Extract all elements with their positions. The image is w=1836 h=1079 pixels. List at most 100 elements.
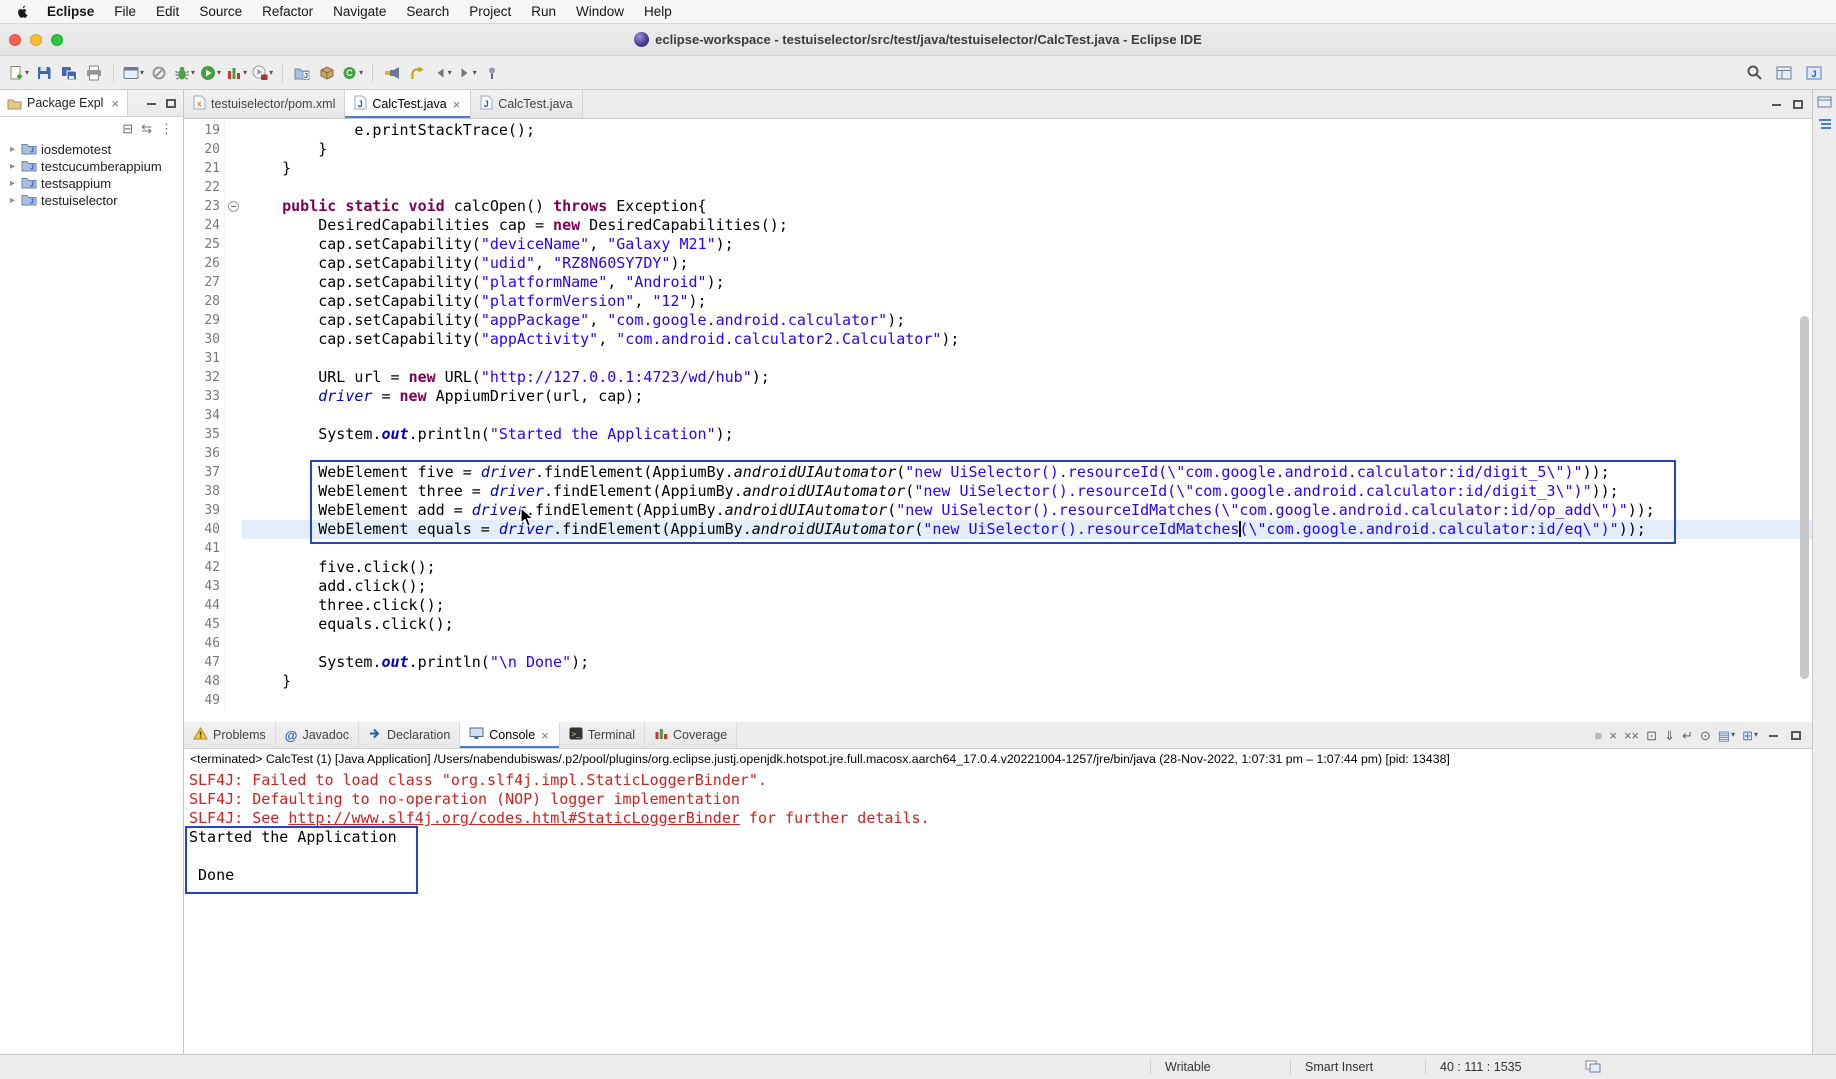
line-number[interactable]: 47 xyxy=(184,653,224,672)
progress-view-icon[interactable] xyxy=(1585,1059,1601,1076)
line-number[interactable]: 37 xyxy=(184,463,224,482)
minimize-console-icon[interactable] xyxy=(1765,728,1781,742)
debug-icon[interactable]: ▾ xyxy=(172,60,197,86)
code-line[interactable]: 37 WebElement five = driver.findElement(… xyxy=(184,463,1812,482)
tree-item-testsappium[interactable]: ▸Jtestsappium xyxy=(0,175,183,192)
save-icon[interactable] xyxy=(32,60,56,86)
code-line[interactable]: 33 driver = new AppiumDriver(url, cap); xyxy=(184,387,1812,406)
console-output[interactable]: SLF4J: Failed to load class "org.slf4j.i… xyxy=(184,769,1812,1054)
skip-breakpoints-icon[interactable] xyxy=(147,60,171,86)
line-number[interactable]: 40 xyxy=(184,520,224,539)
line-number[interactable]: 30 xyxy=(184,330,224,349)
console-tab-console[interactable]: Console× xyxy=(460,722,559,748)
code-line[interactable]: 35 System.out.println("Started the Appli… xyxy=(184,425,1812,444)
close-window-button[interactable] xyxy=(9,34,21,46)
code-line[interactable]: 26 cap.setCapability("udid", "RZ8N60SY7D… xyxy=(184,254,1812,273)
zoom-window-button[interactable] xyxy=(51,34,63,46)
outline-view-icon[interactable] xyxy=(1817,117,1833,131)
code-line[interactable]: 49 xyxy=(184,691,1812,710)
tab-close-icon[interactable]: × xyxy=(540,729,550,742)
code-line[interactable]: 25 cap.setCapability("deviceName", "Gala… xyxy=(184,235,1812,254)
window-titlebar[interactable]: eclipse-workspace - testuiselector/src/t… xyxy=(0,24,1836,56)
line-number[interactable]: 45 xyxy=(184,615,224,634)
code-line[interactable]: 40 WebElement equals = driver.findElemen… xyxy=(184,520,1812,539)
code-line[interactable]: 28 cap.setCapability("platformVersion", … xyxy=(184,292,1812,311)
scroll-lock-icon[interactable]: ⇓ xyxy=(1664,729,1675,742)
close-view-icon[interactable]: × xyxy=(110,97,120,110)
menu-item-refactor[interactable]: Refactor xyxy=(252,0,323,24)
tab-close-icon[interactable]: × xyxy=(452,98,462,111)
line-number[interactable]: 24 xyxy=(184,216,224,235)
line-number[interactable]: 34 xyxy=(184,406,224,425)
code-line[interactable]: 42 five.click(); xyxy=(184,558,1812,577)
display-selected-console-icon[interactable]: ▤▾ xyxy=(1718,729,1735,742)
chevron-right-icon[interactable]: ▸ xyxy=(8,161,17,172)
collapse-all-icon[interactable]: ⊟ xyxy=(122,122,133,135)
code-line[interactable]: 48 } xyxy=(184,672,1812,691)
editor-tab[interactable]: JCalcTest.java× xyxy=(345,90,471,118)
line-number[interactable]: 19 xyxy=(184,121,224,140)
line-number[interactable]: 48 xyxy=(184,672,224,691)
code-line[interactable]: 39 WebElement add = driver.findElement(A… xyxy=(184,501,1812,520)
save-all-icon[interactable] xyxy=(57,60,81,86)
menu-item-window[interactable]: Window xyxy=(566,0,634,24)
line-number[interactable]: 23 xyxy=(184,197,224,216)
line-number[interactable]: 42 xyxy=(184,558,224,577)
pin-editor-icon[interactable] xyxy=(480,60,504,86)
editor-tab[interactable]: xtestuiselector/pom.xml xyxy=(184,90,345,118)
console-tab-problems[interactable]: Problems xyxy=(184,722,276,748)
line-number[interactable]: 22 xyxy=(184,178,224,197)
clear-console-icon[interactable]: ⊡ xyxy=(1646,729,1657,742)
minimize-editor-icon[interactable] xyxy=(1768,97,1784,111)
line-number[interactable]: 46 xyxy=(184,634,224,653)
menu-item-search[interactable]: Search xyxy=(396,0,459,24)
apple-menu-icon[interactable] xyxy=(16,4,29,19)
code-line[interactable]: 19 e.printStackTrace(); xyxy=(184,121,1812,140)
line-number[interactable]: 38 xyxy=(184,482,224,501)
code-line[interactable]: 45 equals.click(); xyxy=(184,615,1812,634)
menu-item-project[interactable]: Project xyxy=(459,0,521,24)
code-line[interactable]: 27 cap.setCapability("platformName", "An… xyxy=(184,273,1812,292)
code-line[interactable]: 36 xyxy=(184,444,1812,463)
console-tab-javadoc[interactable]: @Javadoc xyxy=(276,722,359,748)
line-number[interactable]: 49 xyxy=(184,691,224,710)
menu-item-help[interactable]: Help xyxy=(634,0,682,24)
menu-item-eclipse[interactable]: Eclipse xyxy=(37,0,104,24)
menu-item-edit[interactable]: Edit xyxy=(146,0,189,24)
code-line[interactable]: 47 System.out.println("\n Done"); xyxy=(184,653,1812,672)
quick-search-icon[interactable] xyxy=(1742,60,1766,86)
console-tab-terminal[interactable]: >_Terminal xyxy=(560,722,645,748)
restore-views-icon[interactable] xyxy=(1817,95,1833,109)
line-number[interactable]: 21 xyxy=(184,159,224,178)
new-package-icon[interactable] xyxy=(315,60,339,86)
line-number[interactable]: 20 xyxy=(184,140,224,159)
search-flashlight-icon[interactable] xyxy=(380,60,404,86)
console-hyperlink[interactable]: http://www.slf4j.org/codes.html#StaticLo… xyxy=(288,809,740,827)
word-wrap-icon[interactable]: ↵ xyxy=(1682,729,1693,742)
new-java-project-icon[interactable]: J xyxy=(290,60,314,86)
maximize-editor-icon[interactable] xyxy=(1790,97,1806,111)
menu-item-file[interactable]: File xyxy=(104,0,146,24)
code-line[interactable]: 41 xyxy=(184,539,1812,558)
open-console-icon[interactable]: ▾ xyxy=(121,60,146,86)
status-cursor-position[interactable]: 40 : 111 : 1535 xyxy=(1425,1060,1522,1074)
code-line[interactable]: 44 three.click(); xyxy=(184,596,1812,615)
tree-item-iosdemotest[interactable]: ▸Jiosdemotest xyxy=(0,141,183,158)
forward-icon[interactable]: ▾ xyxy=(455,60,479,86)
menu-item-source[interactable]: Source xyxy=(189,0,252,24)
tree-item-testcucumberappium[interactable]: ▸Jtestcucumberappium xyxy=(0,158,183,175)
line-number[interactable]: 28 xyxy=(184,292,224,311)
run-icon[interactable]: ▾ xyxy=(198,60,223,86)
code-line[interactable]: 22 xyxy=(184,178,1812,197)
external-tools-icon[interactable]: ▾ xyxy=(250,60,275,86)
line-number[interactable]: 43 xyxy=(184,577,224,596)
line-number[interactable]: 33 xyxy=(184,387,224,406)
back-icon[interactable]: ▾ xyxy=(430,60,454,86)
line-number[interactable]: 26 xyxy=(184,254,224,273)
code-line[interactable]: 23 public static void calcOpen() throws … xyxy=(184,197,1812,216)
code-line[interactable]: 29 cap.setCapability("appPackage", "com.… xyxy=(184,311,1812,330)
fold-collapse-icon[interactable] xyxy=(228,201,239,212)
editor-tab[interactable]: JCalcTest.java xyxy=(471,90,582,118)
remove-launch-icon[interactable]: × xyxy=(1609,729,1617,742)
link-with-editor-icon[interactable]: ⇆ xyxy=(141,122,152,135)
